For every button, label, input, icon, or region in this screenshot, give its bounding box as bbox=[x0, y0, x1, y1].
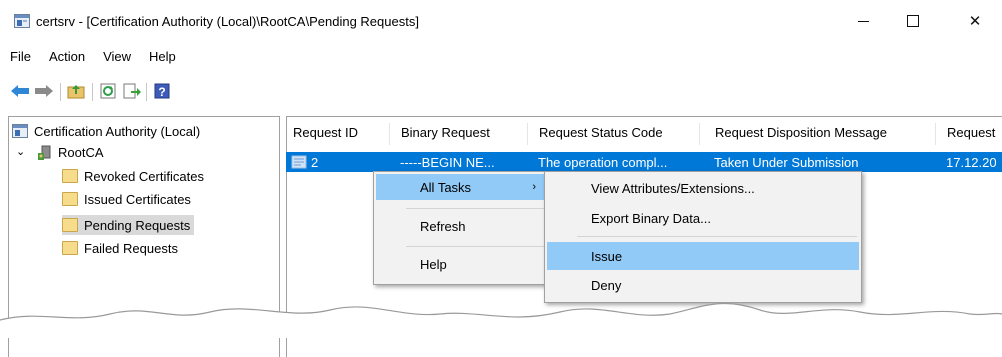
tree-label: Pending Requests bbox=[84, 217, 191, 233]
menu-item-issue[interactable]: Issue bbox=[547, 242, 859, 270]
cell-disposition: Taken Under Submission bbox=[714, 155, 859, 170]
tree-item-failed-requests[interactable]: Failed Requests bbox=[62, 238, 178, 258]
cell-status-code: The operation compl... bbox=[538, 155, 668, 170]
up-folder-button[interactable] bbox=[66, 81, 86, 101]
cell-request-date: 17.12.20 bbox=[946, 155, 997, 170]
help-icon: ? bbox=[154, 83, 170, 99]
menu-view[interactable]: View bbox=[93, 47, 139, 69]
pending-request-icon bbox=[291, 154, 307, 170]
toolbar-separator bbox=[146, 83, 147, 101]
help-toolbar-button[interactable]: ? bbox=[152, 81, 172, 101]
folder-icon bbox=[62, 218, 78, 232]
torn-edge-decoration bbox=[0, 302, 1002, 338]
menu-item-export-binary-data[interactable]: Export Binary Data... bbox=[547, 204, 859, 232]
menu-item-label: Help bbox=[420, 256, 447, 272]
menu-item-label: Refresh bbox=[420, 218, 466, 234]
menu-file[interactable]: File bbox=[0, 47, 39, 69]
toolbar-separator bbox=[60, 83, 61, 101]
column-header-request-status-code[interactable]: Request Status Code bbox=[539, 125, 663, 145]
tree-item-pending-requests[interactable]: Pending Requests bbox=[62, 215, 195, 235]
title-bar[interactable]: certsrv - [Certification Authority (Loca… bbox=[0, 0, 1002, 44]
maximize-icon bbox=[907, 15, 919, 27]
menu-separator bbox=[577, 236, 857, 237]
submenu-arrow-icon: › bbox=[532, 181, 536, 193]
tree-item-certification-authority[interactable]: Certification Authority (Local) bbox=[12, 121, 200, 141]
export-list-button[interactable] bbox=[122, 81, 142, 101]
column-divider[interactable] bbox=[935, 123, 936, 145]
folder-icon bbox=[62, 192, 78, 206]
refresh-button[interactable] bbox=[98, 81, 118, 101]
close-icon: ✕ bbox=[968, 13, 982, 30]
column-header-request-disposition-message[interactable]: Request Disposition Message bbox=[715, 125, 887, 145]
forward-button[interactable] bbox=[34, 81, 54, 101]
cell-binary-request: -----BEGIN NE... bbox=[400, 155, 495, 170]
menu-separator bbox=[406, 208, 544, 209]
up-folder-icon bbox=[67, 85, 85, 99]
menu-bar: File Action View Help bbox=[0, 47, 184, 69]
tree-label: RootCA bbox=[58, 144, 104, 160]
certsrv-app-icon bbox=[14, 14, 30, 28]
menu-item-view-attributes[interactable]: View Attributes/Extensions... bbox=[547, 174, 859, 202]
context-menu: All Tasks › Refresh Help bbox=[373, 171, 549, 285]
svg-text:?: ? bbox=[158, 85, 165, 99]
menu-action[interactable]: Action bbox=[39, 47, 93, 69]
tree-label: Revoked Certificates bbox=[84, 168, 204, 184]
tree-label: Issued Certificates bbox=[84, 191, 191, 207]
back-button[interactable] bbox=[10, 81, 30, 101]
menu-item-label: Issue bbox=[591, 248, 623, 264]
close-button[interactable]: ✕ bbox=[952, 4, 998, 38]
menu-item-label: All Tasks bbox=[420, 179, 472, 195]
column-header-request-id[interactable]: Request ID bbox=[293, 125, 358, 145]
console-root-icon bbox=[12, 124, 28, 138]
chevron-down-icon[interactable]: ⌄ bbox=[16, 145, 25, 158]
menu-item-refresh[interactable]: Refresh bbox=[376, 213, 546, 239]
cell-request-id: 2 bbox=[311, 155, 319, 170]
tree-label: Certification Authority (Local) bbox=[34, 123, 201, 139]
folder-icon bbox=[62, 241, 78, 255]
tree-item-rootca[interactable]: RootCA bbox=[36, 142, 104, 162]
menu-item-help[interactable]: Help bbox=[376, 251, 546, 277]
toolbar-separator bbox=[92, 83, 93, 101]
refresh-icon bbox=[100, 83, 116, 99]
maximize-button[interactable] bbox=[890, 4, 936, 38]
window-title: certsrv - [Certification Authority (Loca… bbox=[36, 14, 419, 29]
mmc-window: certsrv - [Certification Authority (Loca… bbox=[0, 0, 1002, 357]
all-tasks-submenu: View Attributes/Extensions... Export Bin… bbox=[544, 171, 862, 303]
menu-separator bbox=[406, 246, 544, 247]
menu-item-label: Export Binary Data... bbox=[591, 210, 711, 226]
minimize-button[interactable] bbox=[840, 4, 886, 38]
tree-item-revoked-certificates[interactable]: Revoked Certificates bbox=[62, 166, 204, 186]
folder-icon bbox=[62, 169, 78, 183]
menu-help[interactable]: Help bbox=[139, 47, 184, 69]
tree-item-issued-certificates[interactable]: Issued Certificates bbox=[62, 189, 191, 209]
forward-icon bbox=[35, 85, 53, 97]
column-divider[interactable] bbox=[527, 123, 528, 145]
menu-item-label: View Attributes/Extensions... bbox=[591, 180, 755, 196]
column-header-request-date[interactable]: Request bbox=[947, 125, 995, 145]
column-divider[interactable] bbox=[389, 123, 390, 145]
menu-item-all-tasks[interactable]: All Tasks › bbox=[376, 174, 546, 200]
tree-label: Failed Requests bbox=[84, 240, 178, 256]
back-icon bbox=[11, 85, 29, 97]
minimize-icon bbox=[857, 20, 869, 22]
export-list-icon bbox=[123, 83, 141, 99]
column-divider[interactable] bbox=[699, 123, 700, 145]
column-header-binary-request[interactable]: Binary Request bbox=[401, 125, 490, 145]
toolbar: ? bbox=[0, 79, 1002, 105]
ca-server-icon bbox=[36, 145, 52, 160]
